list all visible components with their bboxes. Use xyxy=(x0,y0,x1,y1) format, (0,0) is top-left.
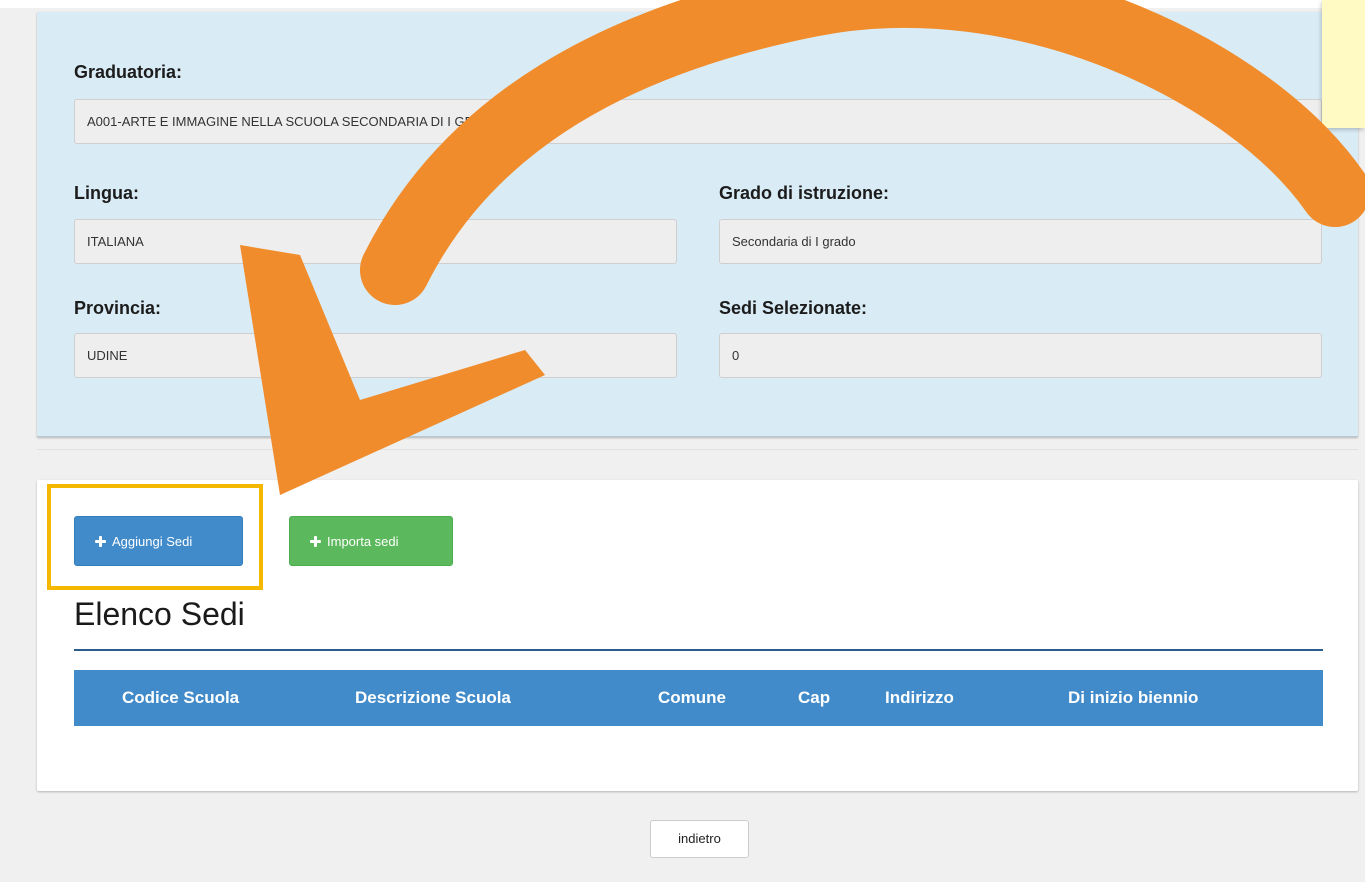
grado-istruzione-label: Grado di istruzione: xyxy=(719,183,890,203)
provincia-field: UDINE xyxy=(74,333,677,378)
lingua-field: ITALIANA xyxy=(74,219,677,264)
column-comune[interactable]: Comune xyxy=(658,670,726,726)
top-strip xyxy=(0,0,1365,8)
sedi-table-header: Codice Scuola Descrizione Scuola Comune … xyxy=(74,670,1323,726)
column-descrizione-scuola[interactable]: Descrizione Scuola xyxy=(355,670,511,726)
provincia-label: Provincia: xyxy=(74,298,162,318)
sticky-note xyxy=(1322,0,1365,128)
sedi-selezionate-field: 0 xyxy=(719,333,1322,378)
grado-istruzione-field: Secondaria di I grado xyxy=(719,219,1322,264)
graduatoria-label: Graduatoria: xyxy=(74,62,183,82)
highlight-box xyxy=(47,484,263,590)
section-divider xyxy=(37,449,1358,450)
column-di-inizio-biennio[interactable]: Di inizio biennio xyxy=(1068,670,1198,726)
elenco-sedi-title: Elenco Sedi xyxy=(74,596,245,632)
column-codice-scuola[interactable]: Codice Scuola xyxy=(122,670,239,726)
indietro-button[interactable]: indietro xyxy=(650,820,749,858)
title-underline xyxy=(74,649,1323,651)
lingua-label: Lingua: xyxy=(74,183,139,203)
column-indirizzo[interactable]: Indirizzo xyxy=(885,670,954,726)
plus-icon xyxy=(310,535,321,547)
graduatoria-field: A001-ARTE E IMMAGINE NELLA SCUOLA SECOND… xyxy=(74,99,1322,144)
column-cap[interactable]: Cap xyxy=(798,670,830,726)
importa-sedi-label: Importa sedi xyxy=(327,533,399,549)
importa-sedi-button[interactable]: Importa sedi xyxy=(289,516,453,566)
sedi-selezionate-label: Sedi Selezionate: xyxy=(719,298,868,318)
